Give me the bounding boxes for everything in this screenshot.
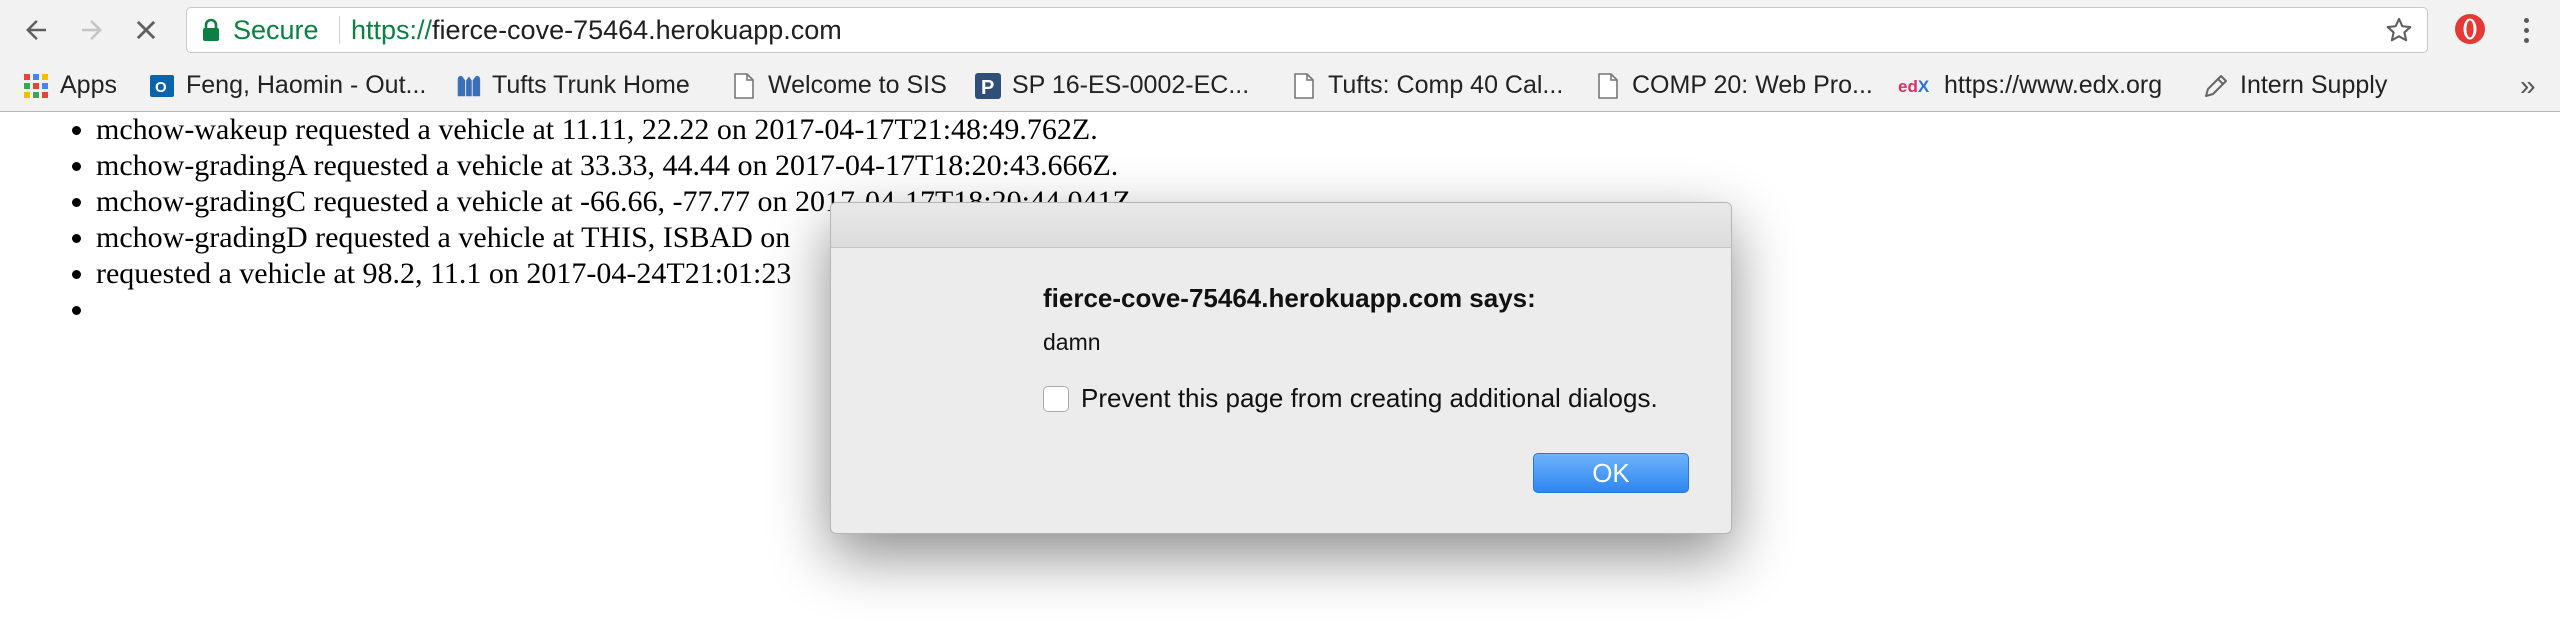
alert-dialog: fierce-cove-75464.herokuapp.com says: da… <box>830 202 1732 534</box>
forward-arrow-icon <box>82 20 102 40</box>
back-button[interactable] <box>18 12 54 48</box>
list-item: mchow-gradingA requested a vehicle at 33… <box>96 148 2560 184</box>
bookmark-tufts-trunk[interactable]: Tufts Trunk Home <box>454 60 690 111</box>
bookmark-label: Tufts: Comp 40 Cal... <box>1328 71 1564 99</box>
browser-menu-button[interactable] <box>2508 12 2544 48</box>
secure-label: Secure <box>233 14 319 45</box>
bookmark-sis[interactable]: Welcome to SIS <box>730 60 947 111</box>
page-icon <box>730 72 758 100</box>
edx-icon: edX <box>1898 72 1934 100</box>
bookmark-sp[interactable]: P SP 16-ES-0002-EC... <box>974 60 1249 111</box>
menu-dot <box>2523 27 2529 33</box>
svg-text:edX: edX <box>1898 77 1930 96</box>
bookmark-label: Tufts Trunk Home <box>492 71 690 99</box>
page-icon <box>1290 72 1318 100</box>
bookmark-label: Intern Supply <box>2240 71 2388 99</box>
omnibox-separator <box>339 16 340 44</box>
bookmark-star-icon[interactable] <box>2385 16 2413 44</box>
lock-icon <box>203 18 219 41</box>
bookmarks-overflow-button[interactable]: » <box>2520 60 2536 111</box>
back-arrow-icon <box>26 20 46 40</box>
url-text[interactable]: https://fierce-cove-75464.herokuapp.com <box>351 8 842 52</box>
ok-button[interactable]: OK <box>1533 453 1689 493</box>
address-bar[interactable]: Secure https://fierce-cove-75464.herokua… <box>186 7 2428 53</box>
page-icon <box>1594 72 1622 100</box>
checkbox-box[interactable] <box>1043 385 1069 412</box>
list-item: mchow-wakeup requested a vehicle at 11.1… <box>96 112 2560 148</box>
menu-dot <box>2523 37 2529 43</box>
bookmark-label: https://www.edx.org <box>1944 71 2163 99</box>
bookmark-intern-supply[interactable]: Intern Supply <box>2202 60 2387 111</box>
tufts-icon <box>454 72 482 100</box>
url-host: fierce-cove-75464.herokuapp.com <box>432 14 842 45</box>
url-scheme: https:// <box>351 14 433 45</box>
bookmarks-bar: Apps O Feng, Haomin - Out... Tufts Trunk… <box>0 60 2560 112</box>
svg-text:O: O <box>155 79 167 96</box>
opera-extension-icon[interactable] <box>2452 11 2488 47</box>
outlook-icon: O <box>148 72 176 100</box>
bookmark-label: Feng, Haomin - Out... <box>186 71 427 99</box>
bookmark-edx[interactable]: edX https://www.edx.org <box>1898 60 2162 111</box>
checkbox-label: Prevent this page from creating addition… <box>1081 383 1658 413</box>
browser-toolbar: Secure https://fierce-cove-75464.herokua… <box>0 0 2560 60</box>
security-indicator[interactable]: Secure <box>201 8 319 52</box>
bookmark-label: SP 16-ES-0002-EC... <box>1012 71 1250 99</box>
bookmark-label: Apps <box>60 71 117 99</box>
pencil-icon <box>2202 72 2230 100</box>
prevent-dialogs-checkbox[interactable]: Prevent this page from creating addition… <box>1043 383 1658 414</box>
bookmark-label: COMP 20: Web Pro... <box>1632 71 1873 99</box>
close-x-icon <box>136 20 156 40</box>
dialog-message: damn <box>1043 329 1101 355</box>
stop-loading-button[interactable] <box>128 12 164 48</box>
bookmark-apps[interactable]: Apps <box>22 60 117 111</box>
bookmark-comp20[interactable]: COMP 20: Web Pro... <box>1594 60 1873 111</box>
apps-grid-icon <box>22 72 50 100</box>
svg-text:P: P <box>981 77 994 99</box>
dialog-title: fierce-cove-75464.herokuapp.com says: <box>1043 283 1536 313</box>
forward-button[interactable] <box>74 12 110 48</box>
p-square-icon: P <box>974 72 1002 100</box>
bookmark-outlook[interactable]: O Feng, Haomin - Out... <box>148 60 426 111</box>
menu-dot <box>2523 17 2529 23</box>
bookmark-comp40[interactable]: Tufts: Comp 40 Cal... <box>1290 60 1563 111</box>
bookmark-label: Welcome to SIS <box>768 71 947 99</box>
dialog-titlebar[interactable] <box>831 203 1731 248</box>
